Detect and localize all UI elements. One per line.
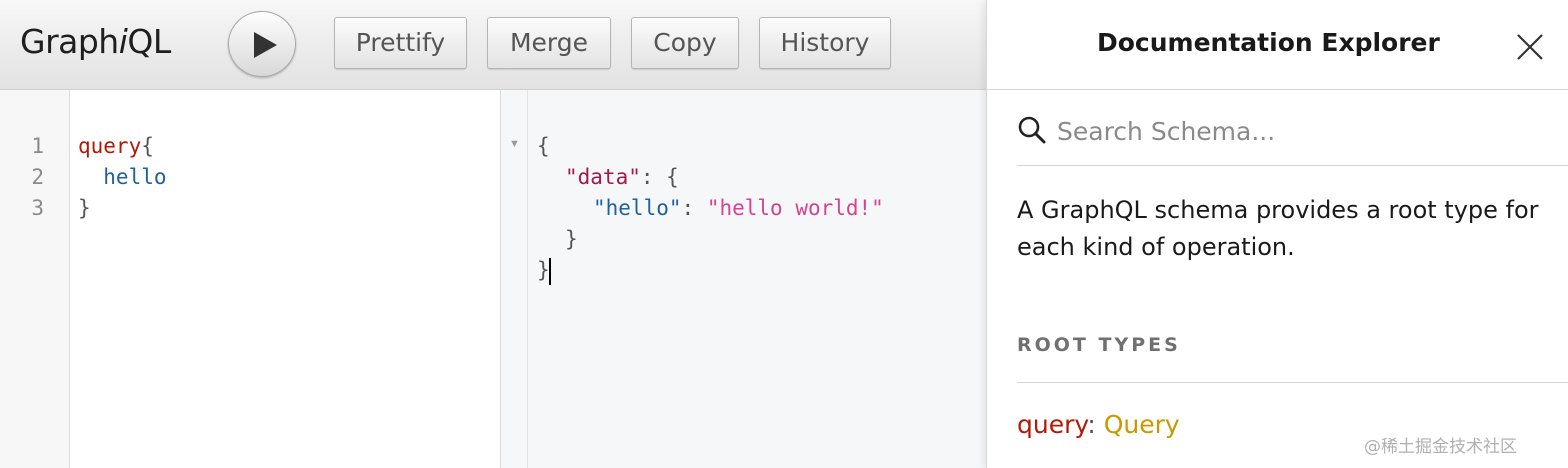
data-separator: : { bbox=[640, 165, 679, 189]
prettify-button[interactable]: Prettify bbox=[334, 17, 467, 69]
history-button[interactable]: History bbox=[759, 17, 891, 69]
close-icon[interactable] bbox=[1515, 32, 1545, 62]
close-brace: } bbox=[78, 196, 91, 220]
field-hello: hello bbox=[78, 165, 167, 189]
result-hello-line: "hello": "hello world!" bbox=[593, 193, 884, 224]
result-inner-close: } bbox=[565, 227, 578, 251]
documentation-explorer: Documentation Explorer A GraphQL schema … bbox=[986, 0, 1568, 468]
watermark: @稀土掘金技术社区 bbox=[1364, 437, 1517, 457]
root-type-separator: : bbox=[1087, 410, 1104, 439]
result-open-brace: { bbox=[537, 134, 550, 158]
result-gutter: ▼ bbox=[501, 90, 528, 468]
root-type-field-name: query bbox=[1017, 410, 1088, 439]
doc-header: Documentation Explorer bbox=[987, 0, 1568, 90]
schema-search bbox=[1017, 92, 1568, 166]
execute-query-button[interactable] bbox=[228, 11, 296, 77]
code-line: query{ bbox=[78, 131, 154, 162]
line-number-gutter: 1 2 3 bbox=[0, 90, 70, 468]
query-keyword: query bbox=[78, 134, 142, 158]
play-icon bbox=[254, 32, 277, 58]
line-number: 3 bbox=[31, 196, 44, 220]
graphiql-logo: GraphiQL bbox=[20, 22, 171, 61]
hello-separator: : bbox=[681, 196, 707, 220]
merge-button[interactable]: Merge bbox=[487, 17, 611, 69]
schema-description: A GraphQL schema provides a root type fo… bbox=[1017, 196, 1539, 261]
root-type-query: query: Query bbox=[1017, 410, 1180, 439]
doc-title: Documentation Explorer bbox=[1097, 28, 1440, 57]
hello-value: "hello world!" bbox=[706, 196, 884, 220]
result-data-line: "data": { bbox=[565, 162, 679, 193]
divider bbox=[1017, 382, 1568, 383]
data-key: "data" bbox=[565, 165, 641, 189]
search-input[interactable] bbox=[1057, 110, 1557, 152]
result-viewer: ▼ { "data": { "hello": "hello world!" } … bbox=[501, 90, 986, 468]
toolbar: GraphiQL Prettify Merge Copy History bbox=[0, 0, 986, 90]
open-brace: { bbox=[141, 134, 154, 158]
result-outer-close: } bbox=[537, 258, 550, 282]
copy-button[interactable]: Copy bbox=[631, 17, 739, 69]
search-icon bbox=[1018, 116, 1046, 144]
fold-arrow-icon[interactable]: ▼ bbox=[509, 138, 520, 150]
root-types-heading: ROOT TYPES bbox=[1017, 334, 1181, 356]
line-number: 1 bbox=[31, 134, 44, 158]
hello-key: "hello" bbox=[593, 196, 682, 220]
root-type-link[interactable]: Query bbox=[1104, 410, 1180, 439]
query-editor[interactable]: 1 2 3 query{ hello } bbox=[0, 90, 501, 468]
line-number: 2 bbox=[31, 165, 44, 189]
text-cursor bbox=[549, 258, 551, 285]
